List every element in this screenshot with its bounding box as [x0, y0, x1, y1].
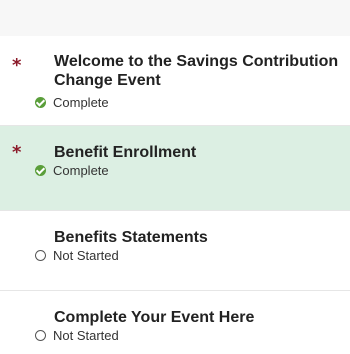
required-marker: * — [12, 142, 22, 163]
step-item-benefits-statements[interactable]: Benefits Statements Not Started — [0, 211, 350, 291]
step-status: Complete — [35, 94, 109, 110]
step-status: Complete — [35, 162, 109, 178]
step-title: Complete Your Event Here — [54, 309, 255, 326]
step-item-complete-event[interactable]: Complete Your Event Here Not Started — [0, 291, 350, 354]
check-circle-icon — [35, 96, 46, 108]
step-title: Benefits Statements — [54, 229, 208, 246]
step-item-benefit-enrollment[interactable]: * Benefit Enrollment Complete — [0, 126, 350, 210]
step-status: Not Started — [35, 327, 119, 343]
step-status: Not Started — [35, 247, 119, 263]
required-marker: * — [12, 55, 22, 76]
step-status-label: Complete — [53, 94, 109, 110]
step-title: Welcome to the Savings Contribution Chan… — [54, 53, 339, 89]
event-steps-nav: * Welcome to the Savings Contribution Ch… — [0, 0, 350, 354]
step-title: Benefit Enrollment — [54, 144, 197, 161]
top-strip — [0, 0, 350, 36]
step-status-label: Not Started — [53, 327, 119, 343]
empty-circle-icon — [35, 329, 46, 341]
empty-circle-icon — [35, 249, 46, 261]
step-item-welcome[interactable]: * Welcome to the Savings Contribution Ch… — [0, 40, 350, 124]
step-status-label: Complete — [53, 162, 109, 178]
check-circle-icon — [35, 164, 46, 176]
step-status-label: Not Started — [53, 247, 119, 263]
